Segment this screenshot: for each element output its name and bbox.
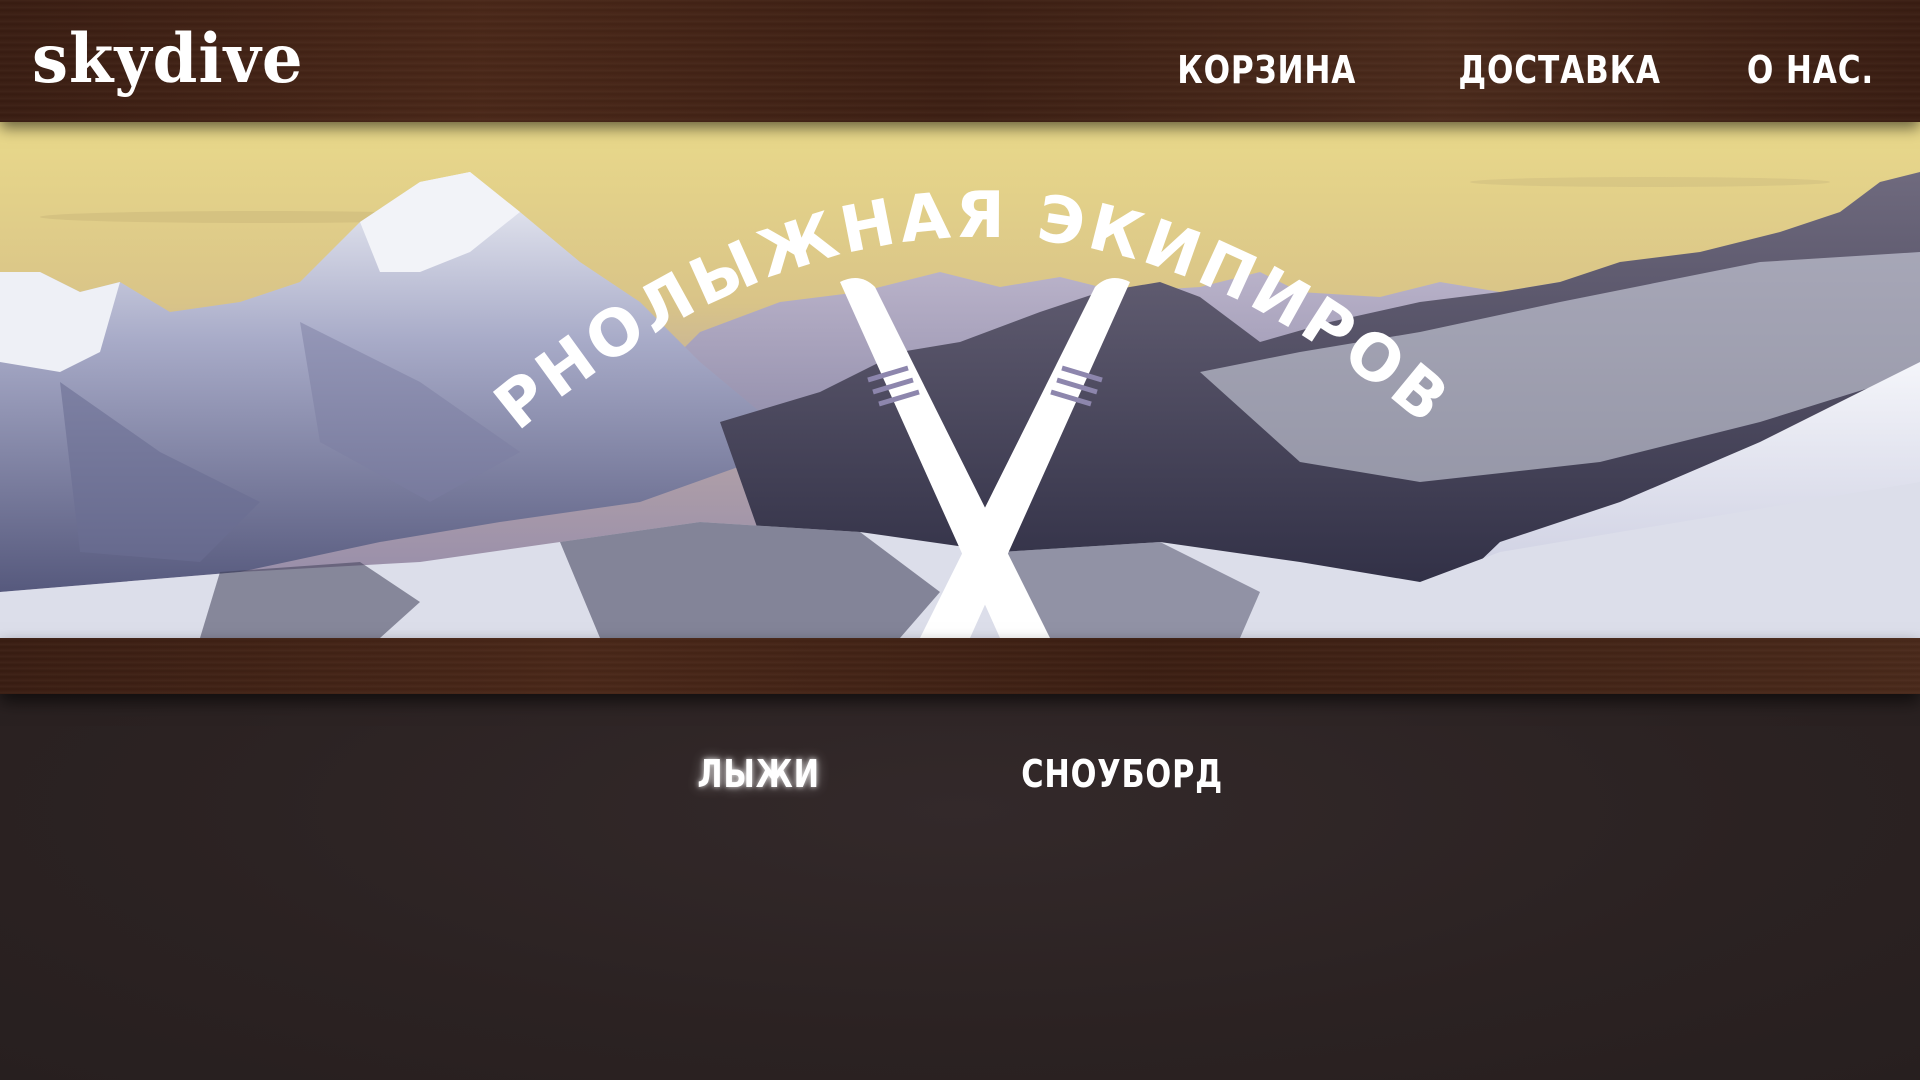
category-tabs: ЛЫЖИ СНОУБОРД bbox=[0, 752, 1920, 796]
hero-banner: ГОРНОЛЫЖНАЯ ЭКИПИРОВКА bbox=[0, 122, 1920, 638]
nav-cart-link[interactable]: КОРЗИНА bbox=[1177, 48, 1356, 92]
main-nav: КОРЗИНА ДОСТАВКА О НАС. bbox=[1138, 48, 1874, 92]
tab-skis[interactable]: ЛЫЖИ bbox=[698, 752, 821, 796]
wood-divider-bar bbox=[0, 638, 1920, 694]
mountain-panorama-image: ГОРНОЛЫЖНАЯ ЭКИПИРОВКА bbox=[0, 122, 1920, 638]
nav-delivery-link[interactable]: ДОСТАВКА bbox=[1459, 48, 1661, 92]
nav-about-link[interactable]: О НАС. bbox=[1747, 48, 1874, 92]
tab-snowboard[interactable]: СНОУБОРД bbox=[1021, 752, 1223, 796]
top-navigation-bar: skydive КОРЗИНА ДОСТАВКА О НАС. bbox=[0, 0, 1920, 122]
site-logo[interactable]: skydive bbox=[32, 26, 304, 93]
